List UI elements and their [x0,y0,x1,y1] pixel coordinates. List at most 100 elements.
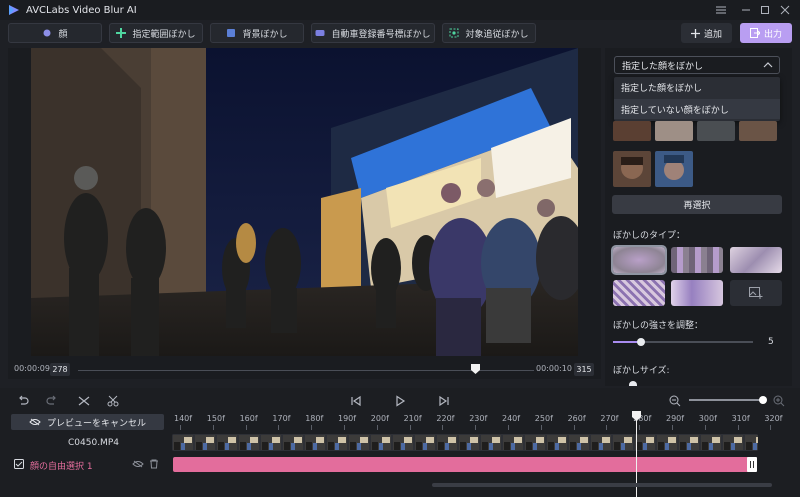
tab-license-plate-blur[interactable]: 自動車登録番号標ぼかし [311,23,435,43]
ruler-tick-mark [409,425,411,430]
cut-icon[interactable] [106,394,120,408]
skip-next-icon[interactable] [437,394,451,408]
ruler-tick-mark [704,425,706,430]
redo-icon[interactable] [45,394,59,408]
add-button[interactable]: 追加 [681,23,732,43]
menu-icon[interactable] [713,3,729,17]
tab-region-blur[interactable]: 指定範囲ぼかし [109,23,203,43]
tracking-icon [449,28,459,38]
blur-type-mixed[interactable] [730,247,782,273]
seek-bar[interactable] [78,370,534,371]
blur-type-motion[interactable] [671,280,723,306]
ruler-tick: 140f [174,414,193,423]
timeline-ruler[interactable]: 140f 150f 160f 170f 180f 190f 200f 210f 220f 230f… [166,412,788,432]
play-icon[interactable] [393,394,407,408]
ruler-tick-mark [245,425,247,430]
face-thumbnail[interactable] [613,121,651,141]
tab-face[interactable]: 顔 [8,23,102,43]
blur-type-gaussian[interactable] [611,245,667,275]
blur-target-dropdown[interactable]: 指定した顔をぼかし [614,56,780,74]
ruler-tick: 250f [534,414,553,423]
ruler-tick-mark [540,425,542,430]
ruler-tick-mark [508,425,509,430]
ruler-tick: 180f [305,414,324,423]
checkbox-icon[interactable] [14,459,24,469]
dropdown-menu: 指定した顔をぼかし 指定していない顔をぼかし [614,77,780,121]
face-track-bar[interactable] [173,457,757,472]
video-frame[interactable] [31,48,578,356]
blur-type-label: ぼかしのタイプ： [613,231,686,241]
zoom-in-icon[interactable] [772,394,786,408]
face-thumbnail[interactable] [655,151,693,187]
ruler-tick: 300f [698,414,717,423]
tab-tracking-label: 対象追従ぼかし [465,29,529,40]
cancel-preview-button[interactable]: プレビューをキャンセル [11,414,164,430]
tab-face-label: 顔 [58,29,68,40]
dropdown-option-selected-faces[interactable]: 指定した顔をぼかし [614,77,780,97]
reselect-button[interactable]: 再選択 [612,195,782,214]
strength-slider-knob[interactable] [637,338,645,346]
video-filmstrip[interactable] [172,434,758,451]
license-plate-icon [315,30,325,36]
playhead-icon[interactable] [632,411,641,421]
ruler-tick-mark [475,425,477,430]
face-thumbnail[interactable] [697,121,735,141]
timeline-scrollbar[interactable] [432,483,772,487]
ruler-tick: 320f [764,414,783,423]
tab-license-plate-label: 自動車登録番号標ぼかし [331,29,431,40]
undo-icon[interactable] [16,394,30,408]
ruler-tick: 150f [206,414,225,423]
ruler-tick-mark [376,425,378,430]
tab-tracking-blur[interactable]: 対象追従ぼかし [442,23,536,43]
ruler-tick-mark [770,425,772,430]
blur-type-lines[interactable] [613,280,665,306]
ruler-tick-mark [278,425,280,430]
ruler-tick-mark [212,425,214,430]
dropdown-option-unselected-faces[interactable]: 指定していない顔をぼかし [614,99,780,119]
face-thumbnail[interactable] [655,121,693,141]
tab-region-label: 指定範囲ぼかし [132,29,196,40]
current-frame[interactable]: 278 [50,363,70,376]
ruler-tick-mark [737,425,739,430]
trash-icon[interactable] [149,459,159,469]
hide-track-icon[interactable] [132,460,144,468]
ruler-tick: 260f [567,414,586,423]
background-icon [227,29,236,37]
blur-type-custom-image[interactable] [730,280,782,306]
seek-handle-icon[interactable] [471,364,480,374]
close-icon[interactable] [777,3,793,17]
eye-off-icon [29,418,41,426]
minimize-icon[interactable] [738,3,754,17]
end-time: 00:00:10 [536,364,572,373]
end-frame[interactable]: 315 [574,363,594,376]
ruler-tick-mark [442,425,444,430]
face-thumbnails [611,121,781,191]
track-row: 顔の自由選択 1 [8,455,166,473]
seek-row: 00:00:09 278 00:00:10 315 [8,361,601,379]
maximize-icon[interactable] [757,3,773,17]
track-end-handle[interactable] [747,457,757,472]
ruler-tick: 290f [666,414,685,423]
face-thumbnail[interactable] [613,151,651,187]
skip-previous-icon[interactable] [349,394,363,408]
chevron-up-icon [763,62,773,68]
toolbar: 顔 指定範囲ぼかし 背景ぼかし 自動車登録番号標ぼかし 対象追従ぼかし 追加 出… [0,20,800,46]
add-image-icon [749,287,763,299]
tab-background-blur[interactable]: 背景ぼかし [210,23,304,43]
output-button[interactable]: 出力 [740,23,792,43]
blur-type-mosaic[interactable] [671,247,723,273]
ruler-tick: 210f [403,414,422,423]
ruler-tick: 160f [239,414,258,423]
strength-label: ぼかしの強さを調整： [613,321,704,331]
size-slider-knob[interactable] [629,381,637,386]
strength-value: 5 [768,337,774,347]
strength-slider-fill [613,341,640,343]
split-icon[interactable] [77,394,91,408]
zoom-out-icon[interactable] [668,394,682,408]
track-label[interactable]: 顔の自由選択 1 [30,459,93,472]
ruler-tick-mark [573,425,575,430]
zoom-slider-knob[interactable] [759,396,767,404]
ruler-tick: 170f [272,414,291,423]
zoom-slider[interactable] [689,399,764,401]
face-thumbnail[interactable] [739,121,777,141]
